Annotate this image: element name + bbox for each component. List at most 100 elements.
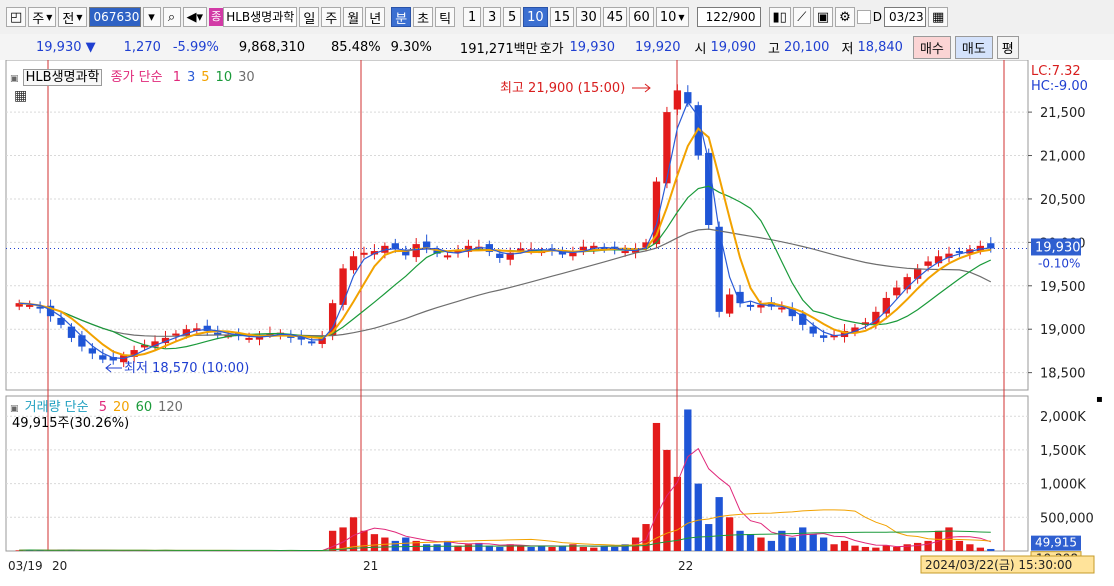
volume-bar (391, 540, 399, 551)
volume-bar (527, 546, 535, 551)
volume-bar (422, 544, 431, 551)
collapse-icon[interactable]: ▪ (1096, 394, 1103, 405)
volume-bar (851, 545, 859, 551)
volume-bar (882, 545, 890, 551)
down-arrow-icon: ▼ (85, 39, 96, 55)
candle-body (214, 332, 222, 335)
candle-body (412, 244, 420, 258)
candle-body (621, 251, 629, 254)
candle-body (339, 268, 347, 305)
stock-name-box[interactable]: 종 HLB생명과학 (209, 7, 298, 27)
turnover-rate: 9.30% (390, 39, 432, 55)
search-icon[interactable]: ⌕ (162, 7, 181, 27)
window-icon[interactable]: ◰ (6, 7, 27, 27)
line-tool-icon[interactable]: ⟋ (792, 7, 811, 27)
volume-bar (893, 546, 901, 551)
period-button[interactable]: 주 (321, 7, 342, 27)
calendar-icon[interactable]: ▦ (928, 7, 949, 27)
period-button[interactable]: 틱 (435, 7, 456, 27)
volume-bar (590, 547, 598, 551)
candle-body (819, 335, 828, 338)
high-annotation: 최고 21,900 (15:00) (500, 81, 625, 96)
volume-bar (913, 542, 922, 551)
date-checkbox[interactable] (856, 10, 871, 24)
low-price: 18,840 (857, 39, 903, 55)
volume-current-tag: 49,915 (1035, 536, 1077, 550)
stock-code-input[interactable]: 067630 (88, 7, 141, 27)
quote-bar: 19,930 ▼ 1,270 -5.99% 9,868,310 85.48% 9… (0, 34, 1114, 61)
candle-body (422, 241, 431, 248)
interval-button[interactable]: 15 (549, 7, 575, 27)
volume-bar (966, 544, 974, 551)
chart-area[interactable]: 21,50021,00020,50020,00019,50019,00018,5… (0, 60, 1114, 586)
price-tick-label: 18,500 (1040, 367, 1086, 382)
buy-button[interactable]: 매수 (912, 35, 951, 59)
mode-select[interactable]: 전 (58, 7, 87, 27)
period-button[interactable]: 초 (413, 7, 434, 27)
count-display[interactable]: 122/900 (696, 7, 761, 27)
code-dropdown-icon[interactable]: ▾ (142, 7, 161, 27)
stock-name: HLB생명과학 (223, 7, 298, 27)
stock-badge: 종 (209, 8, 224, 26)
period-button[interactable]: 년 (365, 7, 386, 27)
panel-menu-icon[interactable]: ▣ (10, 74, 19, 84)
volume-bar (861, 546, 870, 551)
change-pct: -5.99% (172, 39, 219, 55)
candle-body (349, 256, 358, 271)
ma-legend: 1 3 5 10 30 (167, 70, 255, 85)
period-button[interactable]: 월 (343, 7, 364, 27)
candle-icon[interactable]: ▮▯ (768, 7, 791, 27)
candle-body (725, 294, 734, 314)
current-price-tag: 19,930 (1035, 240, 1081, 255)
date-input[interactable]: 03/23 (884, 7, 927, 27)
interval-button[interactable]: 5 (503, 7, 522, 27)
change-value: 1,270 (123, 39, 161, 55)
volume-bar (840, 540, 849, 551)
interval-button[interactable]: 60 (629, 7, 654, 27)
candle-body (673, 90, 682, 110)
volume-bar (652, 422, 661, 551)
bidask-label: 호가 (539, 41, 564, 57)
candle-body (746, 304, 755, 307)
save-icon[interactable]: ▣ (812, 7, 834, 27)
candle-body (172, 333, 180, 336)
x-axis-label: 22 (678, 559, 693, 573)
volume-bar (694, 483, 702, 551)
period-button[interactable]: 분 (391, 7, 412, 27)
volume-bar (955, 540, 964, 551)
speaker-icon[interactable]: ◀▾ (182, 7, 208, 27)
interval-button[interactable]: 30 (576, 7, 601, 27)
type-select[interactable]: 주 (28, 7, 57, 27)
volume-bar (903, 544, 911, 551)
interval-button[interactable]: 45 (602, 7, 628, 27)
candle-body (360, 252, 368, 255)
stock-name-tag[interactable]: HLB생명과학 (22, 69, 103, 86)
interval-button[interactable]: 1 (463, 7, 482, 27)
gear-icon[interactable]: ⚙ (835, 7, 855, 27)
volume-bar (924, 540, 932, 551)
eval-button[interactable]: 평 (996, 35, 1019, 59)
volume-tick-label: 2,000K (1040, 410, 1086, 425)
sell-button[interactable]: 매도 (954, 35, 993, 59)
interval-button[interactable]: 10 (523, 7, 548, 27)
volume-bar (642, 524, 650, 551)
x-axis-label: 21 (363, 559, 378, 573)
period-button[interactable]: 일 (299, 7, 320, 27)
interval-button[interactable]: 3 (483, 7, 502, 27)
volume-bar (433, 544, 441, 551)
volume-bar (809, 534, 817, 551)
interval-select[interactable]: 10 (655, 7, 689, 27)
high-label: 고 (768, 41, 780, 57)
ma-period-label: 30 (238, 70, 255, 85)
candle-body (443, 255, 452, 258)
date-flag-label: D (872, 10, 883, 24)
grid-icon[interactable]: ▦ (14, 88, 27, 104)
candle-body (569, 252, 577, 257)
chart-toolbar: ◰ 주 전 067630 ▾ ⌕ ◀▾ 종 HLB생명과학 일주월년분초틱 13… (0, 0, 1114, 35)
period-buttons: 일주월년분초틱 (297, 7, 456, 27)
volume-bar (684, 409, 692, 551)
volume-bar (872, 547, 880, 551)
ma-period-label: 3 (186, 70, 196, 85)
x-axis-label: 03/19 (8, 559, 43, 573)
volume-bar (987, 548, 995, 551)
